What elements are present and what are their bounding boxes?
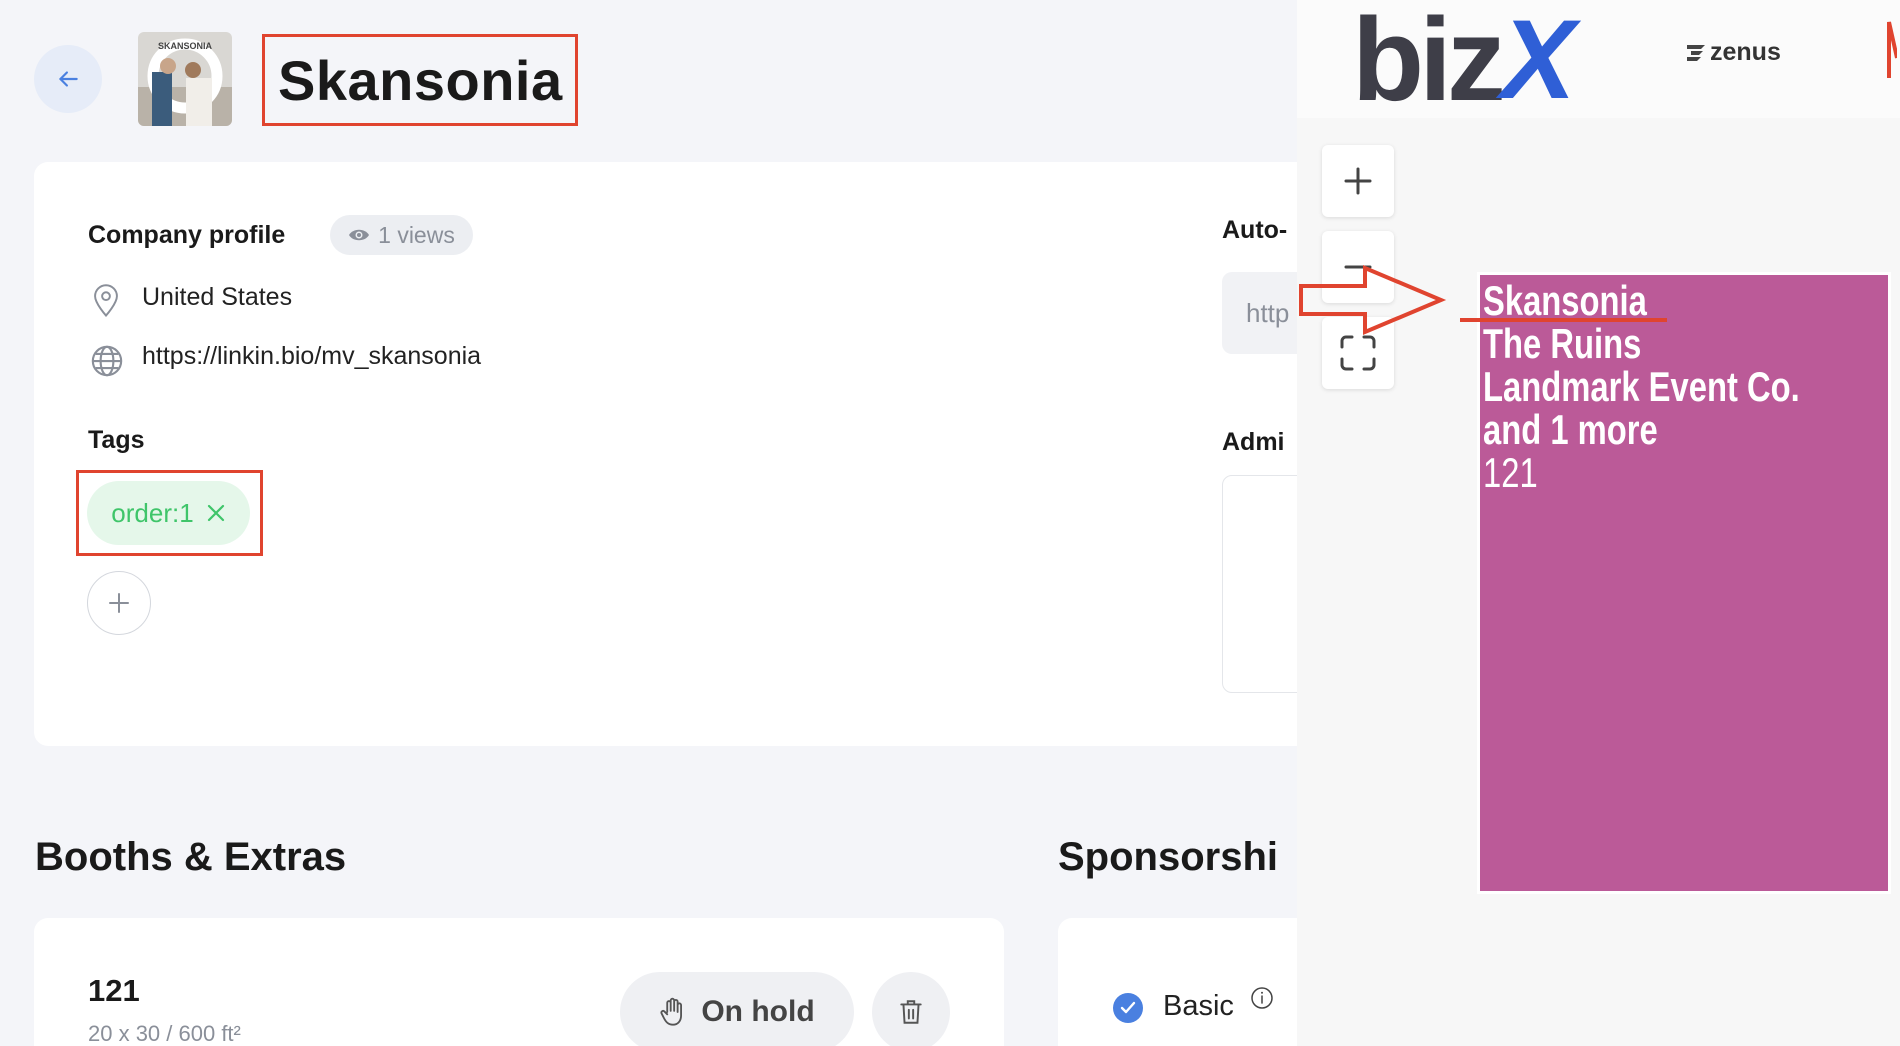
auto-input-value: http <box>1246 298 1290 328</box>
on-hold-label: On hold <box>701 995 815 1028</box>
info-icon[interactable] <box>1250 986 1274 1015</box>
arrow-left-icon <box>59 71 78 87</box>
annotation-underline <box>1460 318 1667 322</box>
on-hold-button[interactable]: On hold <box>620 972 854 1046</box>
sponsorship-checkbox[interactable] <box>1113 993 1143 1023</box>
company-profile-heading: Company profile <box>88 221 286 249</box>
globe-icon <box>90 344 124 383</box>
booth-size: 20 x 30 / 600 ft² <box>88 1021 241 1046</box>
booth-number: 121 <box>88 973 140 1008</box>
svg-text:SKANSONIA: SKANSONIA <box>158 41 213 51</box>
eye-icon <box>349 229 370 241</box>
location-icon <box>91 284 121 323</box>
back-button[interactable] <box>34 45 102 113</box>
zenus-mark-icon <box>1687 44 1705 61</box>
bizx-logo: biz X <box>1352 0 1576 126</box>
hand-icon <box>660 997 683 1026</box>
sponsorships-heading: Sponsorshi <box>1058 835 1279 879</box>
company-name-highlight: Skansonia <box>262 34 578 126</box>
auto-heading: Auto- <box>1222 216 1288 244</box>
sponsorship-label: Basic <box>1163 990 1234 1022</box>
partner-logo-edge <box>1887 18 1899 80</box>
company-detail-pane: SKANSONIA Skansonia Company profile 1 vi… <box>0 0 1297 1046</box>
website-link[interactable]: https://linkin.bio/mv_skansonia <box>142 342 481 371</box>
views-badge: 1 views <box>330 215 473 255</box>
plus-icon <box>109 593 129 613</box>
annotation-arrow <box>1299 264 1447 336</box>
page-title: Skansonia <box>278 48 563 112</box>
trash-icon <box>900 1000 922 1024</box>
zoom-in-button[interactable] <box>1322 145 1394 217</box>
booths-heading: Booths & Extras <box>35 835 347 879</box>
booth-line-4: and 1 more <box>1483 406 1658 453</box>
sponsorship-card <box>1058 918 1297 1046</box>
plus-icon <box>1344 167 1372 195</box>
tags-heading: Tags <box>88 426 145 454</box>
tag-label: order:1 <box>111 497 194 528</box>
tag-chip: order:1 <box>87 481 250 545</box>
add-tag-button[interactable] <box>87 571 151 635</box>
booth-line-3: Landmark Event Co. <box>1483 363 1800 410</box>
admin-heading: Admi <box>1222 428 1285 456</box>
company-logo: SKANSONIA <box>138 32 232 126</box>
booth-number-label: 121 <box>1483 449 1538 496</box>
close-icon[interactable] <box>206 503 226 523</box>
booth-line-2: The Ruins <box>1483 320 1642 367</box>
views-count: 1 views <box>378 221 455 248</box>
check-icon <box>1120 1001 1136 1014</box>
booth-121[interactable]: Skansonia The Ruins Landmark Event Co. a… <box>1477 272 1891 894</box>
country-text: United States <box>142 283 293 311</box>
admin-notes-box[interactable] <box>1222 475 1297 693</box>
delete-booth-button[interactable] <box>872 972 950 1046</box>
floorplan-pane: biz X zenus Skansonia The Ruins Landmark… <box>1297 0 1900 1046</box>
zenus-logo: zenus <box>1685 38 1781 67</box>
